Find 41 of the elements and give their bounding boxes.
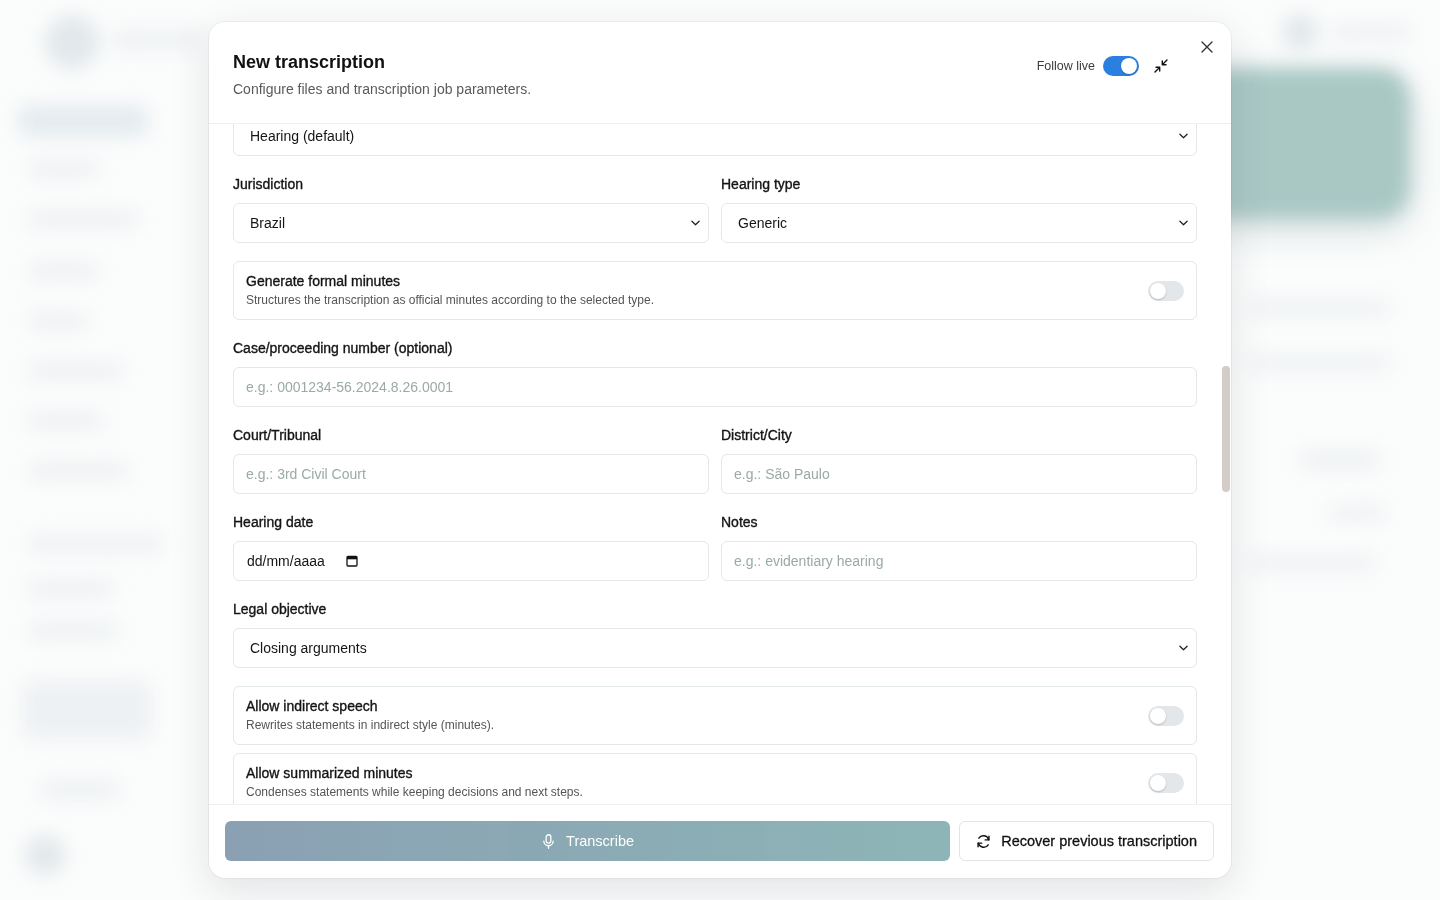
- field-label: Jurisdiction: [233, 175, 305, 194]
- toggle-switch[interactable]: [1148, 772, 1184, 793]
- refresh-icon: [976, 833, 992, 849]
- field-label: Hearing date: [233, 513, 315, 532]
- calendar-icon[interactable]: [346, 555, 358, 567]
- field-label: Court/Tribunal: [233, 426, 323, 445]
- option-title: Generate formal minutes: [246, 272, 402, 291]
- input-field[interactable]: e.g.: São Paulo: [721, 454, 1197, 494]
- field-label: Case/proceeding number (optional): [233, 339, 454, 358]
- option-description: Structures the transcription as official minutes according to the selected type.: [246, 292, 655, 309]
- field-label: Legal objective: [233, 600, 328, 619]
- option-description: Condenses statements while keeping decisions and next steps.: [246, 784, 584, 801]
- option-description: Rewrites statements in indirect style (minutes).: [246, 717, 496, 734]
- chevron-down-icon: [1179, 133, 1188, 139]
- field-label: Hearing type: [721, 175, 802, 194]
- recover-button[interactable]: Recover previous transcription: [959, 821, 1214, 861]
- option-title: Allow indirect speech: [246, 697, 379, 716]
- scrollbar-thumb[interactable]: [1222, 366, 1230, 492]
- chevron-down-icon: [1179, 645, 1188, 651]
- select-field[interactable]: Generic: [721, 203, 1197, 243]
- date-field[interactable]: dd/mm/aaaa: [233, 541, 709, 581]
- collapse-icon[interactable]: [1153, 58, 1169, 74]
- select-field[interactable]: Hearing (default): [233, 124, 1197, 156]
- dialog-title: New transcription: [233, 51, 387, 74]
- option-title: Allow summarized minutes: [246, 764, 414, 783]
- close-icon: [1200, 40, 1214, 54]
- toggle-switch[interactable]: [1148, 705, 1184, 726]
- dialog-subtitle: Configure files and transcription job parameters.: [233, 80, 533, 99]
- input-field[interactable]: e.g.: 3rd Civil Court: [233, 454, 709, 494]
- field-label: District/City: [721, 426, 793, 445]
- microphone-icon: [541, 833, 557, 849]
- field-label: Notes: [721, 513, 759, 532]
- toggle-switch[interactable]: [1148, 280, 1184, 301]
- select-field[interactable]: Closing arguments: [233, 628, 1197, 668]
- chevron-down-icon: [1179, 220, 1188, 226]
- select-field[interactable]: Brazil: [233, 203, 709, 243]
- chevron-down-icon: [691, 220, 700, 226]
- follow-live-label: Follow live: [1036, 58, 1095, 75]
- input-field[interactable]: e.g.: evidentiary hearing: [721, 541, 1197, 581]
- toggle-switch[interactable]: [1103, 56, 1139, 76]
- input-field[interactable]: e.g.: 0001234-56.2024.8.26.0001: [233, 367, 1197, 407]
